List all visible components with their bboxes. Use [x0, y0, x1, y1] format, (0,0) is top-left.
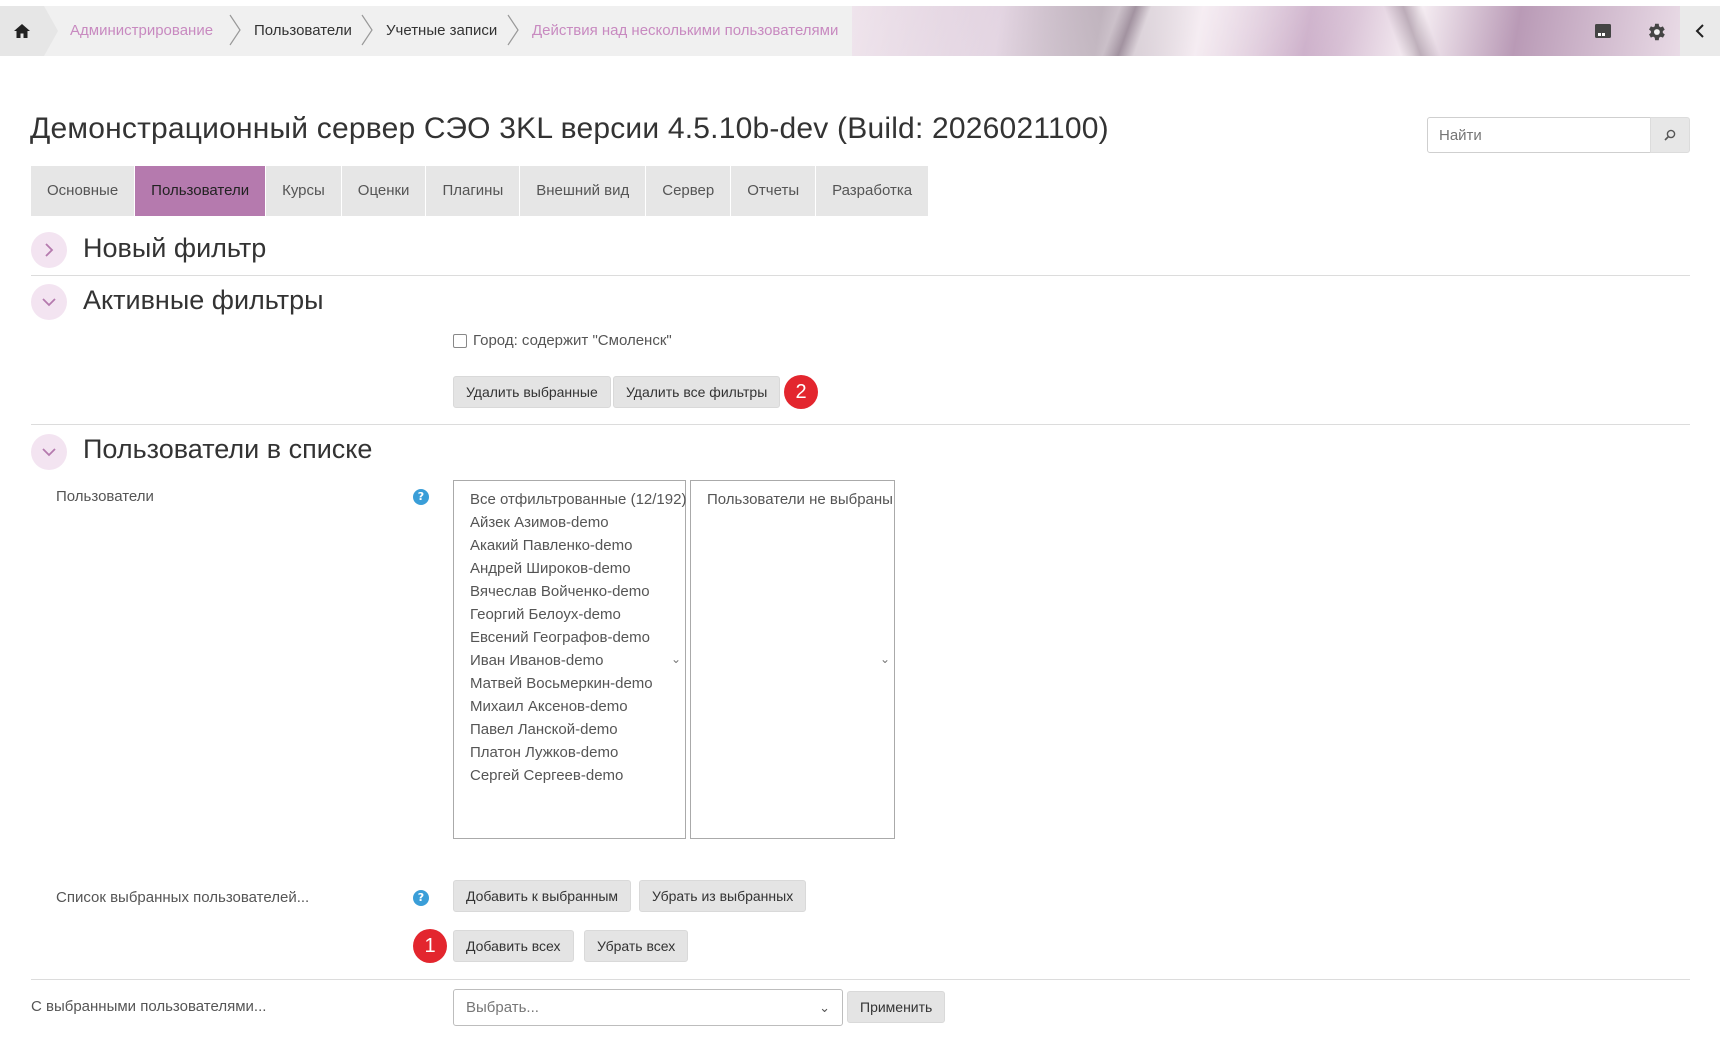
tab-general[interactable]: Основные	[31, 166, 136, 216]
divider	[31, 979, 1690, 980]
available-users-list[interactable]: Все отфильтрованные (12/192) Айзек Азимо…	[453, 480, 686, 839]
selected-list-label: Список выбранных пользователей...	[56, 889, 310, 906]
add-to-selected-button[interactable]: Добавить к выбранным	[453, 880, 632, 912]
search-input[interactable]	[1427, 117, 1651, 153]
list-item[interactable]: Георгий Белоух-demo	[454, 603, 685, 626]
navbar-banner	[852, 6, 1680, 56]
new-filter-title[interactable]: Новый фильтр	[83, 233, 266, 264]
tab-development[interactable]: Разработка	[816, 166, 930, 216]
divider	[31, 275, 1690, 276]
save-button[interactable]	[1592, 20, 1614, 42]
admin-tabs: Основные Пользователи Курсы Оценки Плаги…	[31, 166, 930, 216]
chevron-down-icon	[42, 298, 56, 307]
annotation-badge-2: 2	[784, 375, 818, 409]
chevron-right-icon	[45, 243, 54, 257]
bulk-action-select[interactable]: Выбрать... ⌄	[453, 989, 843, 1026]
users-in-list-toggle[interactable]	[31, 434, 67, 470]
remove-all-filters-button[interactable]: Удалить все фильтры	[613, 376, 781, 408]
help-icon[interactable]: ?	[413, 890, 429, 906]
remove-selected-filters-button[interactable]: Удалить выбранные	[453, 376, 611, 408]
active-filters-title[interactable]: Активные фильтры	[83, 285, 324, 316]
chevron-down-icon: ⌄	[879, 652, 890, 666]
add-all-button[interactable]: Добавить всех	[453, 930, 574, 962]
filter-checkbox[interactable]	[453, 334, 467, 348]
settings-button[interactable]	[1643, 19, 1669, 45]
active-filters-toggle[interactable]	[31, 284, 67, 320]
divider	[31, 424, 1690, 425]
list-item[interactable]: Вячеслав Войченко-demo	[454, 580, 685, 603]
list-item[interactable]: Матвей Восьмеркин-demo	[454, 672, 685, 695]
home-icon	[14, 24, 30, 38]
users-in-list-title[interactable]: Пользователи в списке	[83, 434, 372, 465]
bulk-action-select-value: Выбрать...	[466, 999, 539, 1016]
breadcrumb-accounts[interactable]: Учетные записи	[386, 22, 497, 39]
list-item[interactable]: Андрей Широков-demo	[454, 557, 685, 580]
new-filter-toggle[interactable]	[31, 232, 67, 268]
chevron-left-icon	[1695, 24, 1704, 38]
list-item[interactable]: Евсений Географов-demo	[454, 626, 685, 649]
list-item[interactable]: Михаил Аксенов-demo	[454, 695, 685, 718]
tab-reports[interactable]: Отчеты	[731, 166, 817, 216]
list-item[interactable]: Платон Лужков-demo	[454, 741, 685, 764]
magnifier-icon	[1664, 129, 1676, 141]
remove-all-button[interactable]: Убрать всех	[584, 930, 689, 962]
tab-server[interactable]: Сервер	[646, 166, 732, 216]
list-item[interactable]: Иван Иванов-demo	[454, 649, 685, 672]
breadcrumb-administration[interactable]: Администрирование	[70, 22, 213, 39]
chevron-down-icon: ⌄	[670, 652, 681, 666]
gear-icon	[1649, 23, 1665, 41]
floppy-icon	[1595, 24, 1611, 38]
drawer-toggle-button[interactable]	[1680, 6, 1720, 56]
annotation-badge-1: 1	[413, 929, 447, 963]
chevron-down-icon	[42, 448, 56, 457]
remove-from-selected-button[interactable]: Убрать из выбранных	[639, 880, 807, 912]
filter-label: Город: содержит "Смоленск"	[473, 332, 672, 349]
chevron-down-icon: ⌄	[819, 1000, 830, 1015]
help-icon[interactable]: ?	[413, 489, 429, 505]
apply-button[interactable]: Применить	[847, 991, 946, 1023]
breadcrumb-separator-icon	[507, 14, 519, 46]
with-selected-label: С выбранными пользователями...	[31, 998, 267, 1015]
list-item[interactable]: Павел Ланской-demo	[454, 718, 685, 741]
tab-plugins[interactable]: Плагины	[426, 166, 521, 216]
list-item[interactable]: Айзек Азимов-demo	[454, 511, 685, 534]
tab-users[interactable]: Пользователи	[135, 166, 267, 216]
selected-users-list[interactable]: Пользователи не выбраны ⌄	[690, 480, 895, 839]
list-item[interactable]: Сергей Сергеев-demo	[454, 764, 685, 787]
tab-grades[interactable]: Оценки	[341, 166, 427, 216]
breadcrumb-bulk-actions[interactable]: Действия над несколькими пользователями	[532, 22, 838, 39]
users-label: Пользователи	[56, 488, 154, 505]
list-item[interactable]: Пользователи не выбраны	[691, 488, 894, 511]
tab-appearance[interactable]: Внешний вид	[520, 166, 647, 216]
tab-courses[interactable]: Курсы	[266, 166, 342, 216]
list-item[interactable]: Все отфильтрованные (12/192)	[454, 488, 686, 511]
search-button[interactable]	[1650, 117, 1690, 153]
home-button[interactable]	[0, 6, 58, 56]
breadcrumb-users[interactable]: Пользователи	[254, 22, 352, 39]
page-title: Демонстрационный сервер СЭО 3KL версии 4…	[30, 112, 1109, 145]
breadcrumb-separator-icon	[229, 14, 241, 46]
breadcrumb-separator-icon	[361, 14, 373, 46]
list-item[interactable]: Акакий Павленко-demo	[454, 534, 685, 557]
